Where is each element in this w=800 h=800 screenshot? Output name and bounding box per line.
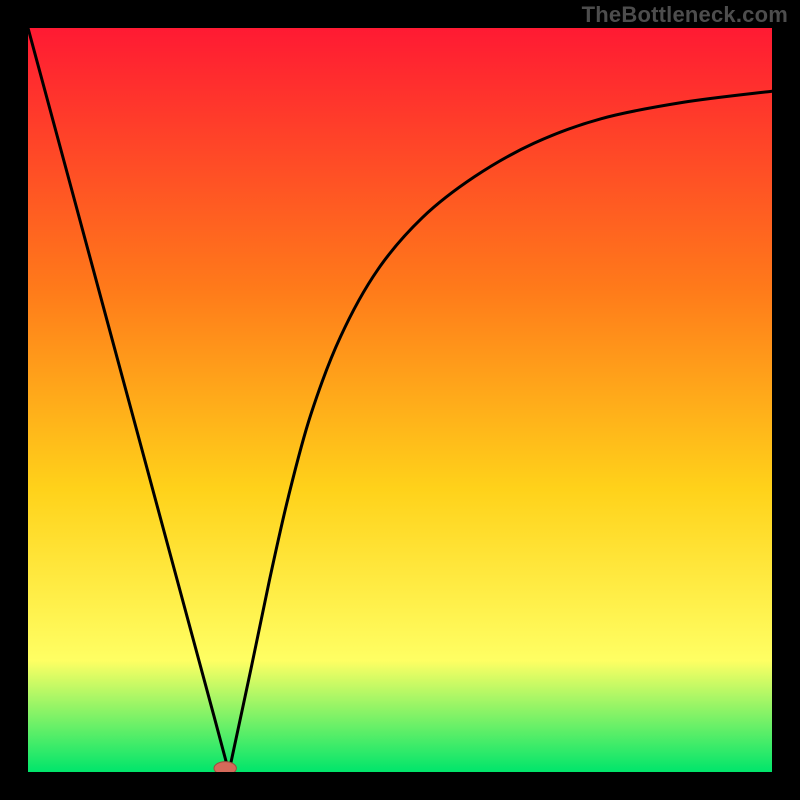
plot-area: [28, 28, 772, 772]
optimal-marker: [214, 762, 236, 772]
gradient-background: [28, 28, 772, 772]
chart-svg: [28, 28, 772, 772]
outer-frame: TheBottleneck.com: [0, 0, 800, 800]
watermark-text: TheBottleneck.com: [582, 2, 788, 28]
